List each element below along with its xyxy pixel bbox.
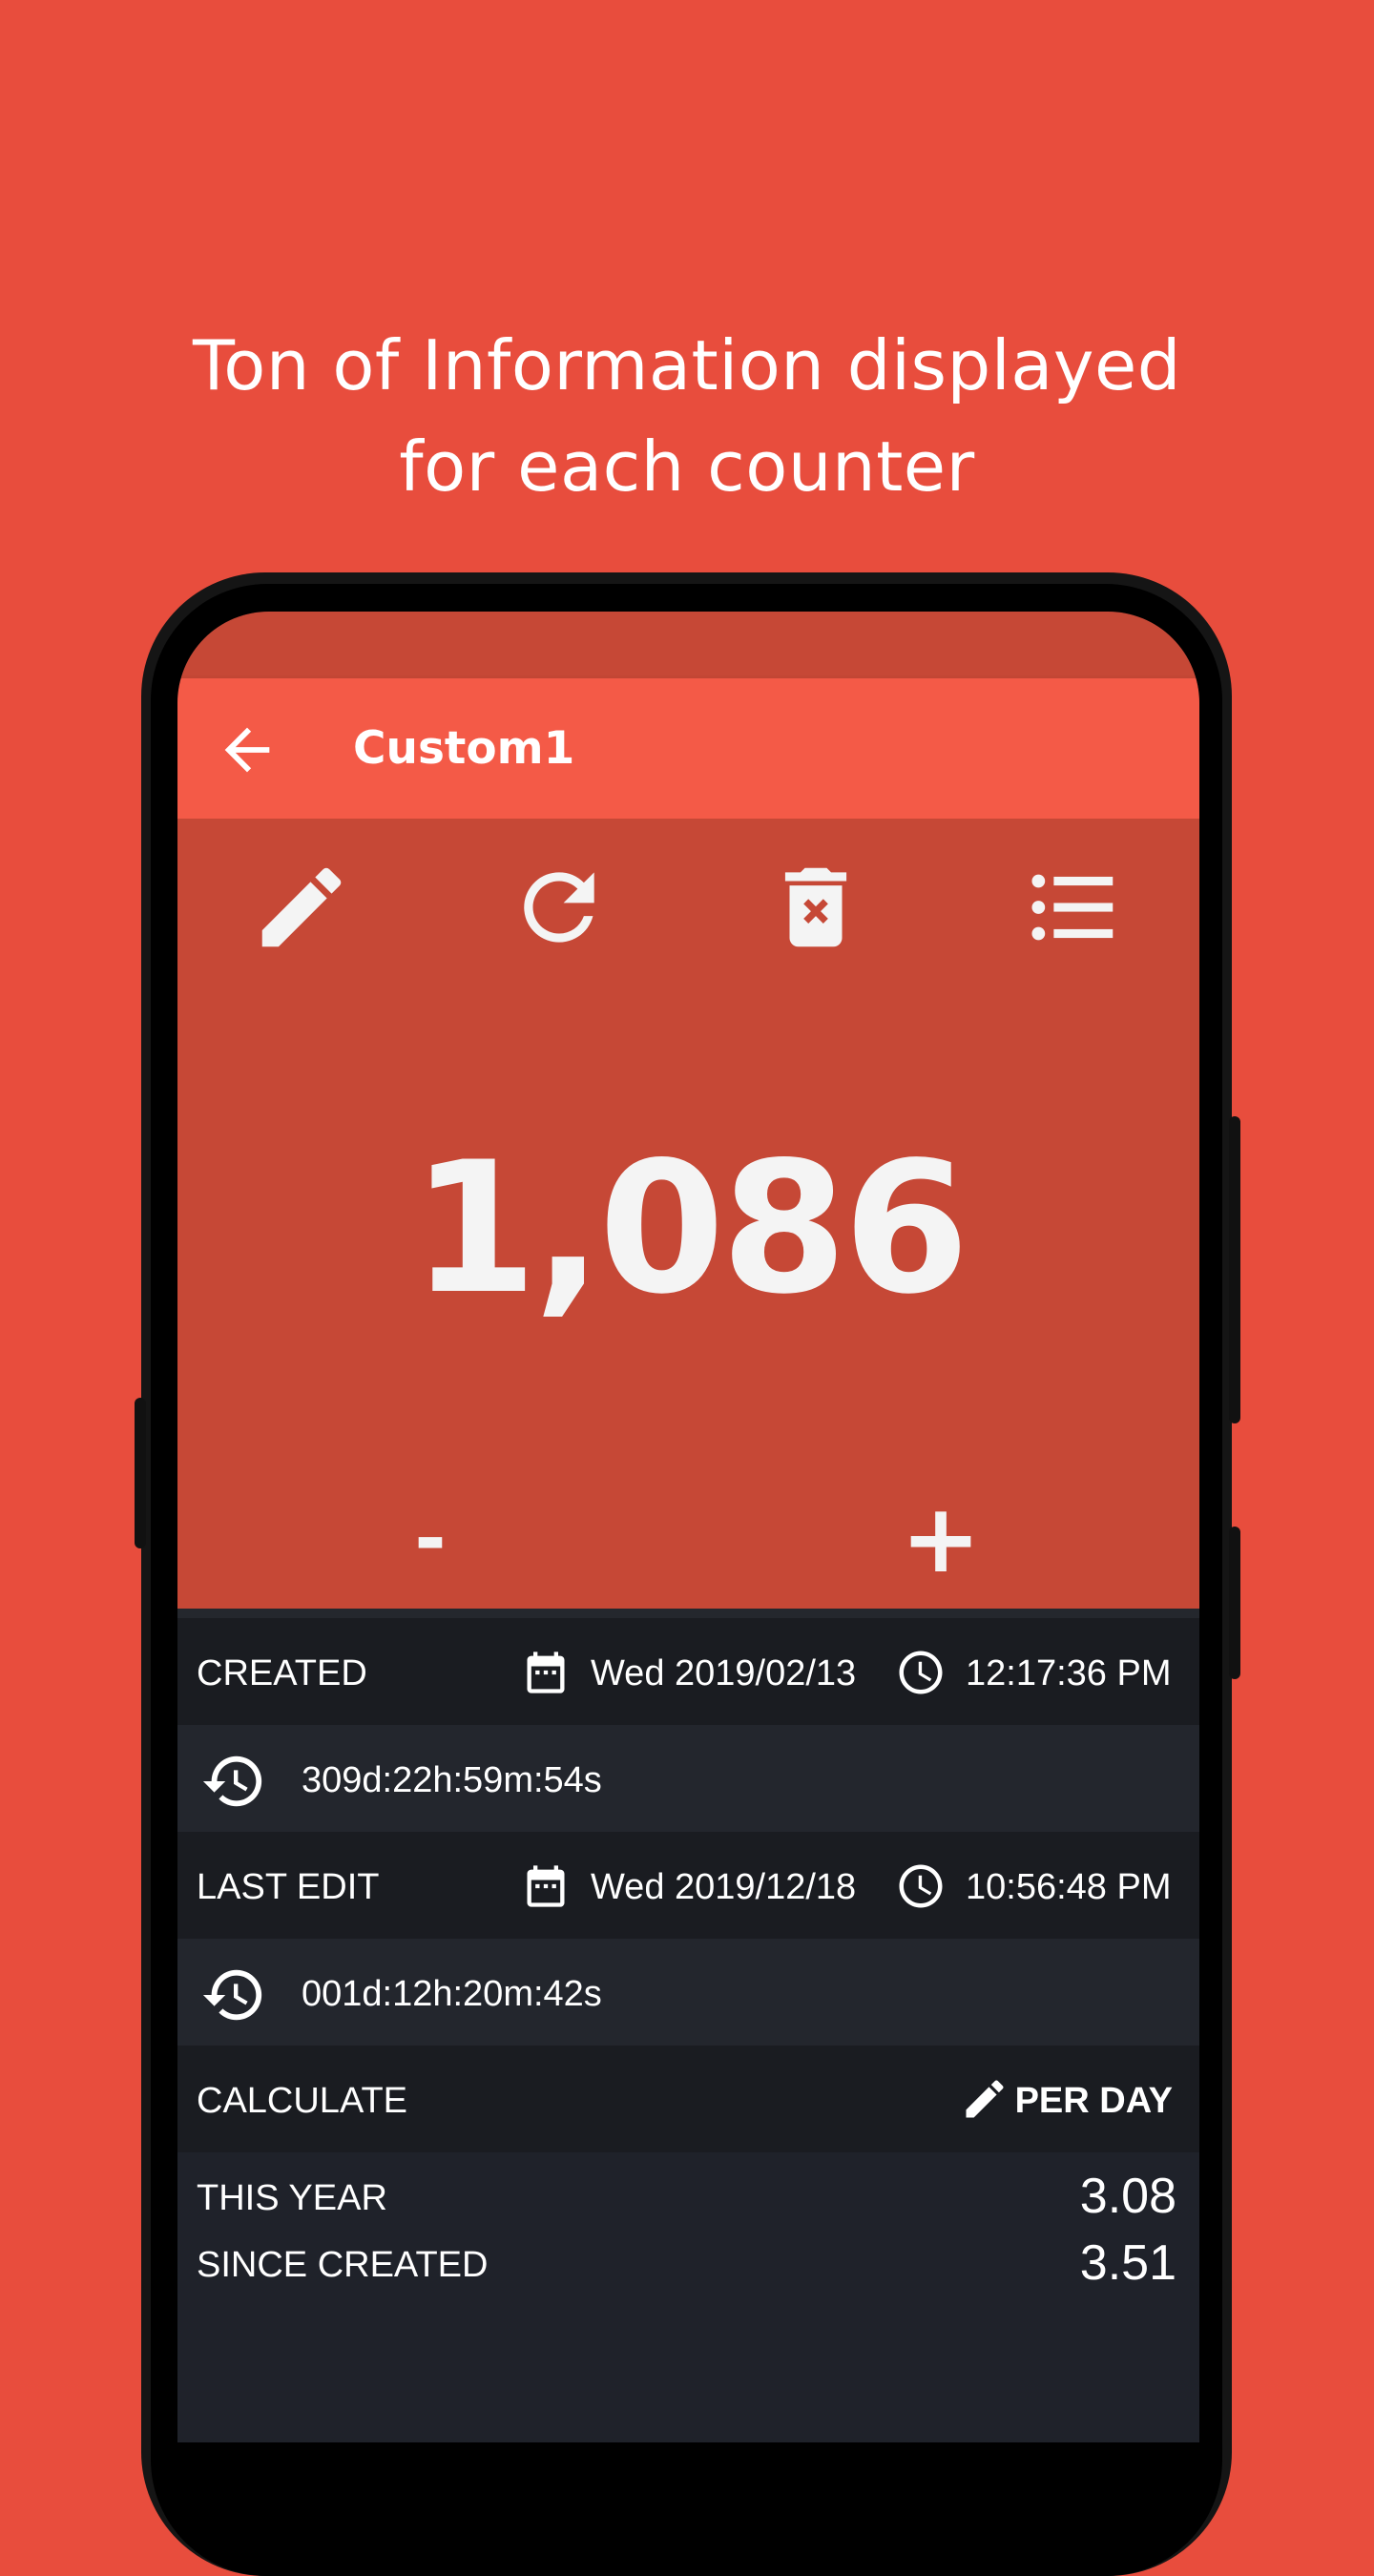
history-icon bbox=[202, 1969, 262, 2021]
calendar-icon bbox=[527, 1865, 565, 1907]
counter-panel: 1,086 - + bbox=[177, 819, 1199, 1609]
power-button bbox=[1229, 1116, 1240, 1423]
back-button[interactable] bbox=[214, 717, 281, 783]
edit-button[interactable] bbox=[249, 855, 354, 960]
decrement-button[interactable]: - bbox=[364, 1482, 497, 1606]
promo-headline: Ton of Information displayed for each co… bbox=[0, 315, 1374, 517]
last-edit-label: LAST EDIT bbox=[197, 1867, 380, 1907]
created-elapsed-row: 309d:22h:59m:54s bbox=[177, 1725, 1199, 1832]
clock-icon bbox=[899, 1651, 943, 1694]
stat-label-this-year: THIS YEAR bbox=[197, 2178, 387, 2218]
calculate-mode-button[interactable]: PER DAY bbox=[1015, 2080, 1173, 2122]
info-panel: CREATED Wed 2019/02/13 12:17:36 PM 309d:… bbox=[177, 1609, 1199, 2324]
clock-icon bbox=[899, 1864, 943, 1908]
created-date: Wed 2019/02/13 bbox=[591, 1653, 857, 1693]
promo-line-1: Ton of Information displayed bbox=[193, 325, 1181, 405]
app-bar: Custom1 bbox=[177, 678, 1199, 819]
calculate-label: CALCULATE bbox=[197, 2081, 408, 2121]
history-icon bbox=[202, 1755, 262, 1807]
stat-value-this-year: 3.08 bbox=[1079, 2169, 1176, 2224]
pencil-icon bbox=[261, 867, 342, 947]
refresh-icon bbox=[524, 872, 594, 943]
side-key bbox=[135, 1398, 146, 1548]
list-icon bbox=[1031, 874, 1114, 941]
calendar-icon bbox=[527, 1652, 565, 1693]
history-list-button[interactable] bbox=[1021, 855, 1126, 960]
arrow-left-icon bbox=[224, 727, 270, 773]
increment-button[interactable]: + bbox=[874, 1482, 1008, 1606]
stats-section: THIS YEAR 3.08 SINCE CREATED 3.51 bbox=[177, 2152, 1199, 2324]
created-label: CREATED bbox=[197, 1653, 367, 1693]
promo-line-2: for each counter bbox=[399, 426, 975, 507]
stat-value-since-created: 3.51 bbox=[1079, 2235, 1176, 2291]
calculate-row: CALCULATE PER DAY bbox=[177, 2046, 1199, 2152]
created-row: CREATED Wed 2019/02/13 12:17:36 PM bbox=[177, 1618, 1199, 1725]
last-edit-date: Wed 2019/12/18 bbox=[591, 1867, 857, 1907]
divider bbox=[177, 1609, 1199, 1618]
volume-button bbox=[1229, 1527, 1240, 1679]
last-edit-elapsed-row: 001d:12h:20m:42s bbox=[177, 1939, 1199, 2046]
phone-screen: Custom1 1,086 - + CREATED Wed 2019/02/13… bbox=[177, 612, 1199, 2442]
counter-value: 1,086 bbox=[411, 1123, 969, 1334]
reset-button[interactable] bbox=[507, 855, 612, 960]
created-time: 12:17:36 PM bbox=[966, 1653, 1172, 1693]
last-edit-row: LAST EDIT Wed 2019/12/18 10:56:48 PM bbox=[177, 1832, 1199, 1939]
last-edit-elapsed: 001d:12h:20m:42s bbox=[302, 1974, 602, 2014]
delete-icon bbox=[784, 867, 847, 947]
last-edit-time: 10:56:48 PM bbox=[966, 1867, 1172, 1907]
created-elapsed: 309d:22h:59m:54s bbox=[302, 1760, 602, 1800]
page-title: Custom1 bbox=[353, 722, 575, 775]
stat-label-since-created: SINCE CREATED bbox=[197, 2245, 489, 2285]
pencil-icon[interactable] bbox=[960, 2074, 1010, 2124]
delete-button[interactable] bbox=[763, 855, 868, 960]
status-bar bbox=[177, 612, 1199, 678]
